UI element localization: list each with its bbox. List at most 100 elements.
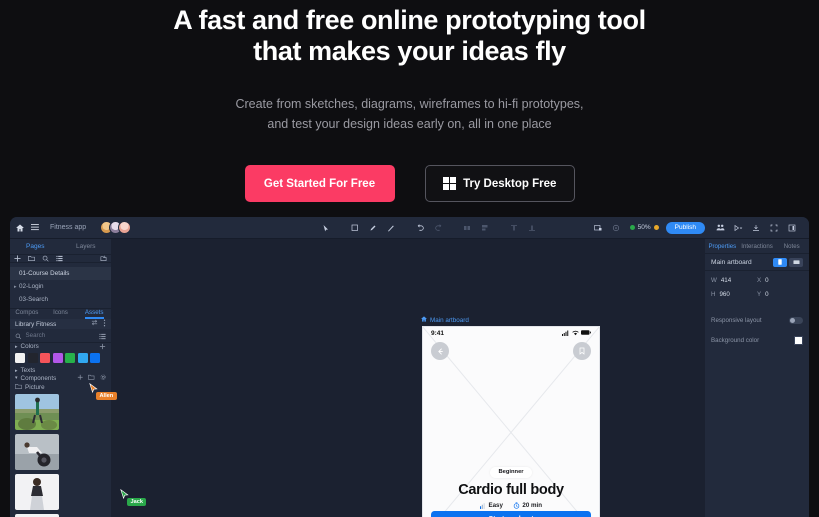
assets-search[interactable]: Search bbox=[10, 329, 111, 343]
align-bottom-icon[interactable] bbox=[523, 219, 541, 237]
phone-header-actions bbox=[422, 339, 600, 360]
new-folder-icon[interactable] bbox=[28, 255, 35, 262]
page-label: 03-Search bbox=[19, 296, 49, 303]
tab-pages[interactable]: Pages bbox=[10, 239, 61, 254]
height-value: 960 bbox=[719, 291, 730, 298]
panel-toggle-icon[interactable] bbox=[783, 219, 801, 237]
cursor-label: Jack bbox=[127, 498, 147, 506]
distribute-vertical-icon[interactable] bbox=[476, 219, 494, 237]
asset-thumbnail[interactable] bbox=[15, 393, 59, 430]
play-preview-icon[interactable] bbox=[729, 219, 747, 237]
undo-icon[interactable] bbox=[411, 219, 429, 237]
grid-view-icon[interactable] bbox=[99, 327, 106, 345]
pencil-icon[interactable] bbox=[382, 219, 400, 237]
cursor-allen: Allen bbox=[89, 383, 117, 400]
group-texts[interactable]: ▸ Texts bbox=[10, 367, 111, 374]
color-swatch[interactable] bbox=[90, 353, 100, 363]
collaborator-avatars[interactable] bbox=[100, 221, 132, 234]
tab-assets[interactable]: Assets bbox=[77, 309, 111, 319]
color-swatch[interactable] bbox=[52, 353, 63, 363]
page-item-01[interactable]: 01-Course Details bbox=[10, 267, 111, 280]
color-swatch[interactable] bbox=[27, 353, 38, 363]
preview-icon[interactable] bbox=[589, 219, 607, 237]
subtitle-line-1: Create from sketches, diagrams, wirefram… bbox=[235, 97, 584, 111]
menu-icon[interactable] bbox=[31, 223, 40, 232]
get-started-button[interactable]: Get Started For Free bbox=[244, 165, 395, 202]
responsive-layout-toggle[interactable] bbox=[789, 316, 803, 324]
frame-icon[interactable] bbox=[346, 219, 364, 237]
swap-library-icon[interactable] bbox=[91, 319, 98, 329]
color-swatch[interactable] bbox=[15, 353, 25, 363]
background-color-row[interactable]: Background color bbox=[705, 330, 809, 350]
color-swatch[interactable] bbox=[77, 353, 88, 363]
search-icon[interactable] bbox=[42, 255, 49, 262]
color-swatch[interactable] bbox=[65, 353, 75, 363]
chevron-right-icon: ▸ bbox=[14, 283, 17, 290]
artboard-phone[interactable]: 9:41 Beginner Cardio full body Easy 20 m… bbox=[422, 326, 600, 517]
color-swatches bbox=[10, 350, 111, 367]
landscape-option[interactable] bbox=[789, 257, 803, 267]
y-value: 0 bbox=[765, 291, 769, 298]
list-view-icon[interactable] bbox=[56, 255, 63, 262]
download-icon[interactable] bbox=[747, 219, 765, 237]
page-item-03[interactable]: 03-Search bbox=[10, 293, 111, 306]
try-desktop-button[interactable]: Try Desktop Free bbox=[424, 165, 575, 202]
x-value: 0 bbox=[765, 277, 769, 284]
fullscreen-icon[interactable] bbox=[765, 219, 783, 237]
tab-properties[interactable]: Properties bbox=[705, 239, 740, 254]
y-key: Y bbox=[757, 291, 762, 298]
bars-icon bbox=[479, 502, 486, 509]
y-field[interactable]: Y0 bbox=[757, 291, 803, 298]
import-page-icon[interactable] bbox=[100, 255, 107, 262]
search-icon bbox=[15, 327, 22, 345]
fit-screen-icon[interactable] bbox=[607, 219, 625, 237]
tab-icons[interactable]: Icons bbox=[44, 309, 78, 319]
tab-components[interactable]: Compos bbox=[10, 309, 44, 319]
artboard-label[interactable]: Main artboard bbox=[421, 316, 469, 324]
tab-layers[interactable]: Layers bbox=[61, 239, 112, 254]
tab-interactions[interactable]: Interactions bbox=[740, 239, 775, 254]
back-button[interactable] bbox=[431, 342, 449, 360]
group-components-label: Components bbox=[20, 374, 57, 382]
page-item-02[interactable]: ▸ 02-Login bbox=[10, 280, 111, 293]
gear-icon[interactable] bbox=[100, 374, 107, 383]
responsive-layout-label: Responsive layout bbox=[711, 316, 762, 324]
toolbar-left-group: Fitness app bbox=[16, 221, 132, 234]
home-icon[interactable] bbox=[16, 224, 24, 232]
group-colors-label: Colors bbox=[20, 343, 39, 350]
folder-picture-label: Picture bbox=[25, 383, 45, 391]
avatar[interactable] bbox=[118, 221, 132, 234]
redo-icon[interactable] bbox=[429, 219, 447, 237]
background-color-swatch[interactable] bbox=[794, 335, 803, 345]
color-swatch[interactable] bbox=[40, 353, 50, 363]
bookmark-button[interactable] bbox=[573, 342, 591, 360]
asset-thumbnail[interactable] bbox=[15, 513, 59, 517]
pen-icon[interactable] bbox=[364, 219, 382, 237]
distribute-horizontal-icon[interactable] bbox=[458, 219, 476, 237]
group-components[interactable]: ▾ Components bbox=[10, 374, 111, 383]
height-field[interactable]: H 960 bbox=[711, 291, 757, 298]
left-panel: Pages Layers 01-Course Details ▸ 02-Logi… bbox=[10, 239, 111, 517]
add-color-icon[interactable] bbox=[99, 343, 106, 350]
publish-button[interactable]: Publish bbox=[665, 221, 705, 234]
share-users-icon[interactable] bbox=[711, 219, 729, 237]
zoom-level-label[interactable]: 50% bbox=[638, 224, 651, 231]
tab-notes[interactable]: Notes bbox=[774, 239, 809, 254]
canvas-area[interactable]: Main artboard 9:41 Beginner Cardio full … bbox=[111, 239, 705, 517]
responsive-layout-row[interactable]: Responsive layout bbox=[705, 310, 809, 330]
asset-thumbnail[interactable] bbox=[15, 473, 59, 510]
asset-thumbnail[interactable] bbox=[15, 433, 59, 470]
portrait-option[interactable] bbox=[773, 257, 787, 267]
library-selector[interactable]: Library Fitness bbox=[10, 319, 111, 329]
duration-label: 20 min bbox=[522, 502, 543, 509]
pages-toolbar bbox=[10, 255, 111, 263]
add-page-icon[interactable] bbox=[14, 255, 21, 262]
new-component-folder-icon[interactable] bbox=[88, 374, 95, 383]
width-field[interactable]: W 414 bbox=[711, 277, 757, 284]
select-cursor-icon[interactable] bbox=[317, 219, 335, 237]
x-field[interactable]: X0 bbox=[757, 277, 803, 284]
group-colors[interactable]: ▸ Colors bbox=[10, 343, 111, 350]
start-workout-button[interactable]: Start workout bbox=[431, 511, 591, 517]
add-component-icon[interactable] bbox=[77, 374, 84, 383]
align-top-icon[interactable] bbox=[505, 219, 523, 237]
